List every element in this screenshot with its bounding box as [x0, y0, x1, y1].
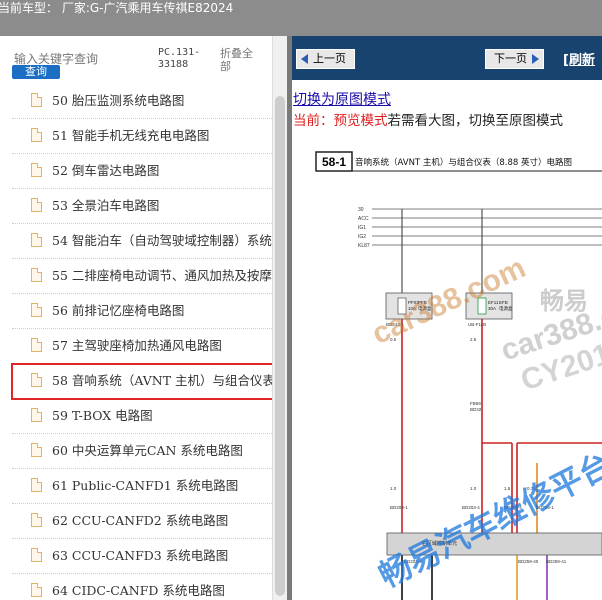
- section-number: 58-1: [322, 155, 346, 169]
- next-page-label: 下一页: [494, 52, 527, 65]
- list-item-label: 62 CCU-CANFD2 系统电路图: [52, 513, 229, 528]
- vehicle-title: 当前车型： 厂家:G-广汽乘用车传祺E82024: [0, 1, 234, 15]
- list-item[interactable]: 59 T-BOX 电路图: [12, 399, 280, 434]
- svg-text:BD259-41: BD259-41: [546, 559, 567, 564]
- diagram-title: 音响系统（AVNT 主机）与组合仪表（8.88 英寸）电路图: [355, 157, 572, 168]
- list-item[interactable]: 64 CIDC-CANFD 系统电路图: [12, 574, 280, 600]
- collapse-all-link[interactable]: 折叠全部: [220, 47, 260, 73]
- list-item-label: 63 CCU-CANFD3 系统电路图: [52, 548, 229, 563]
- arrow-left-icon: [301, 54, 308, 64]
- scrollbar-thumb[interactable]: [275, 96, 285, 596]
- list-item[interactable]: 56 前排记忆座椅电路图: [12, 294, 280, 329]
- svg-text:UB-F11B: UB-F11B: [468, 322, 486, 327]
- document-icon: [31, 548, 42, 562]
- list-item[interactable]: 63 CCU-CANFD3 系统电路图: [12, 539, 280, 574]
- bus-label: 30: [358, 207, 364, 213]
- list-item-label: 56 前排记忆座椅电路图: [52, 303, 185, 318]
- list-item-label: 53 全景泊车电路图: [52, 198, 160, 213]
- diagram-viewer: 上一页 下一页 [刷新 切换为原图模式 当前：预览模式若需看大图，切换至原图模式…: [292, 36, 602, 600]
- svg-text:30A: 30A: [488, 306, 496, 311]
- list-item-label: 50 胎压监测系统电路图: [52, 93, 185, 108]
- svg-text:BD203-1: BD203-1: [390, 505, 408, 510]
- document-icon: [31, 303, 42, 317]
- document-icon: [31, 233, 42, 247]
- svg-text:FB59: FB59: [470, 401, 481, 406]
- refresh-link[interactable]: [刷新: [563, 49, 595, 68]
- bus-label: IG2: [358, 234, 366, 240]
- bus-label: IG1: [358, 225, 366, 231]
- prev-page-label: 上一页: [313, 52, 346, 65]
- list-item-label: 55 二排座椅电动调节、通风加热及按摩系统电路图: [52, 268, 285, 283]
- list-item-label: 59 T-BOX 电路图: [52, 408, 153, 423]
- list-item[interactable]: 60 中央运算单元CAN 系统电路图: [12, 434, 280, 469]
- list-item-label: 61 Public-CANFD1 系统电路图: [52, 478, 239, 493]
- document-icon: [31, 583, 42, 597]
- document-icon: [31, 268, 42, 282]
- switch-original-mode-link[interactable]: 切换为原图模式: [293, 89, 391, 109]
- list-item[interactable]: 55 二排座椅电动调节、通风加热及按摩系统电路图: [12, 259, 285, 294]
- list-item[interactable]: 51 智能手机无线充电电路图: [12, 119, 280, 154]
- document-icon: [31, 513, 42, 527]
- document-icon: [31, 93, 42, 107]
- svg-text:电源盒: 电源盒: [499, 305, 513, 312]
- svg-text:1.0: 1.0: [390, 486, 397, 491]
- document-icon: [31, 373, 42, 387]
- diagram-list: 50 胎压监测系统电路图 51 智能手机无线充电电路图 52 倒车雷达电路图 5…: [11, 84, 285, 600]
- bus-label: KL87: [358, 243, 370, 249]
- sidebar: 输入关键字查询 查询 PC.131-33188 折叠全部 50 胎压监测系统电路…: [0, 36, 285, 600]
- list-item[interactable]: 50 胎压监测系统电路图: [12, 84, 280, 119]
- list-item[interactable]: 61 Public-CANFD1 系统电路图: [12, 469, 280, 504]
- list-item-label: 57 主驾驶座椅加热通风电路图: [52, 338, 222, 353]
- viewer-toolbar: 上一页 下一页 [刷新: [292, 36, 602, 80]
- arrow-right-icon: [532, 54, 539, 64]
- document-icon: [31, 163, 42, 177]
- svg-text:1.0: 1.0: [470, 486, 477, 491]
- document-icon: [31, 443, 42, 457]
- document-icon: [31, 478, 42, 492]
- list-item-label: 58 音响系统（AVNT 主机）与组合仪表（8.88 英寸）电路图: [52, 373, 285, 388]
- preview-mode-hint: 若需看大图，切换至原图模式: [387, 113, 564, 129]
- list-item[interactable]: 52 倒车雷达电路图: [12, 154, 280, 189]
- svg-text:EFB: EFB: [499, 300, 508, 305]
- list-item[interactable]: 62 CCU-CANFD2 系统电路图: [12, 504, 280, 539]
- document-icon: [31, 338, 42, 352]
- top-bar: 当前车型： 厂家:G-广汽乘用车传祺E82024: [0, 0, 602, 36]
- list-item[interactable]: 53 全景泊车电路图: [12, 189, 280, 224]
- sidebar-scrollbar[interactable]: [272, 36, 288, 600]
- bus-label: ACC: [358, 216, 369, 222]
- pc-code: PC.131-33188: [158, 47, 201, 70]
- svg-text:BD32: BD32: [470, 407, 482, 412]
- preview-mode-notice: 当前：预览模式若需看大图，切换至原图模式: [293, 109, 563, 129]
- power-bus: 30 ACC IG1 IG2 KL87: [358, 207, 602, 249]
- list-item-label: 52 倒车雷达电路图: [52, 163, 160, 178]
- list-item-label: 64 CIDC-CANFD 系统电路图: [52, 583, 225, 598]
- list-item-label: 51 智能手机无线充电电路图: [52, 128, 210, 143]
- list-item[interactable]: 57 主驾驶座椅加热通风电路图: [12, 329, 280, 364]
- preview-mode-status: 当前：预览模式: [293, 113, 388, 129]
- document-icon: [31, 128, 42, 142]
- list-item-selected[interactable]: 58 音响系统（AVNT 主机）与组合仪表（8.88 英寸）电路图: [11, 363, 285, 400]
- prev-page-button[interactable]: 上一页: [296, 49, 355, 69]
- svg-text:2.5: 2.5: [470, 337, 477, 342]
- document-icon: [31, 198, 42, 212]
- list-item-label: 60 中央运算单元CAN 系统电路图: [52, 443, 243, 458]
- list-item-label: 54 智能泊车（自动驾驶域控制器）系统电路图: [52, 233, 285, 248]
- document-icon: [31, 408, 42, 422]
- list-item[interactable]: 54 智能泊车（自动驾驶域控制器）系统电路图: [12, 224, 285, 259]
- next-page-button[interactable]: 下一页: [485, 49, 544, 69]
- svg-text:BD259-40: BD259-40: [518, 559, 539, 564]
- query-button[interactable]: 查询: [12, 65, 60, 79]
